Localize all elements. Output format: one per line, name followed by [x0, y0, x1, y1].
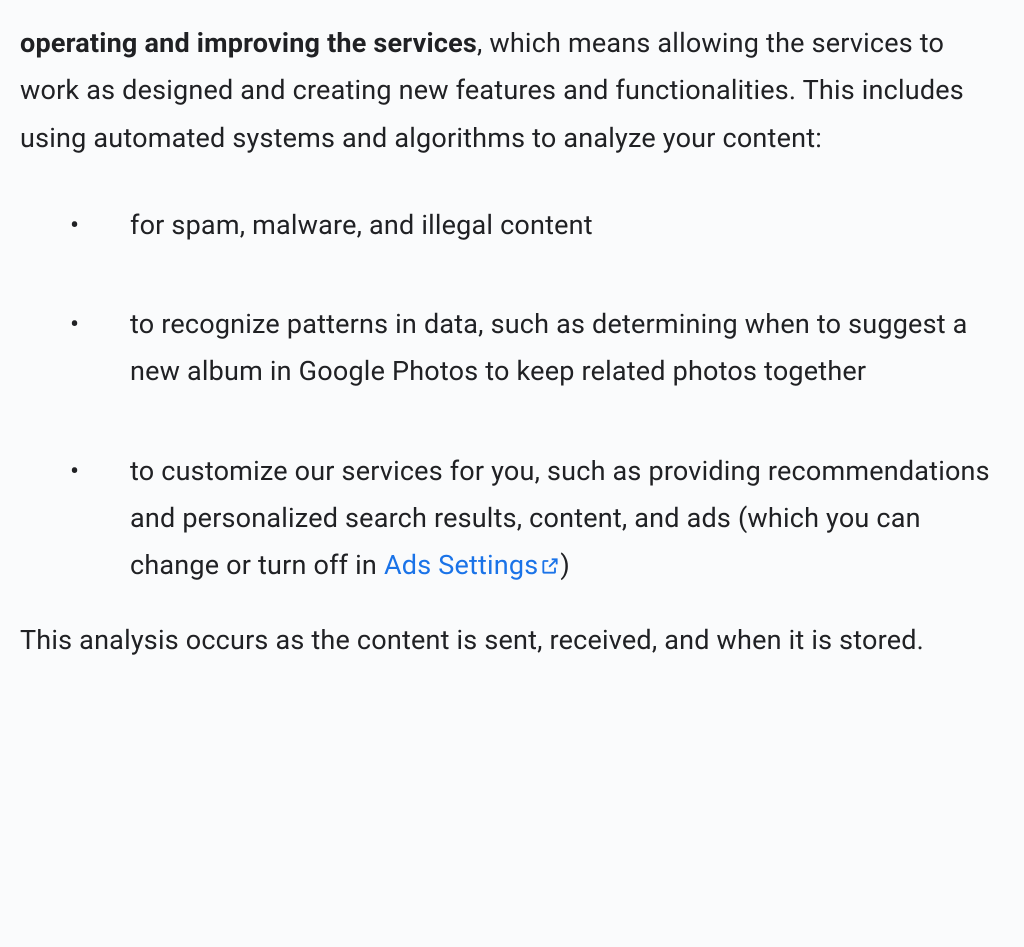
outro-paragraph: This analysis occurs as the content is s…	[20, 617, 1004, 664]
list-item-text: for spam, malware, and illegal content	[130, 209, 593, 241]
list-item-suffix: )	[560, 549, 570, 581]
link-text: Ads Settings	[384, 549, 538, 581]
ads-settings-link[interactable]: Ads Settings	[384, 549, 560, 581]
list-item: to customize our services for you, such …	[60, 448, 1004, 590]
intro-bold-lead: operating and improving the services	[20, 27, 477, 59]
list-item: to recognize patterns in data, such as d…	[60, 301, 1004, 396]
external-link-icon	[540, 549, 560, 588]
list-item-text: to recognize patterns in data, such as d…	[130, 308, 968, 387]
list-item: for spam, malware, and illegal content	[60, 202, 1004, 249]
bullet-list: for spam, malware, and illegal content t…	[20, 202, 1004, 590]
intro-paragraph: operating and improving the services, wh…	[20, 20, 1004, 162]
